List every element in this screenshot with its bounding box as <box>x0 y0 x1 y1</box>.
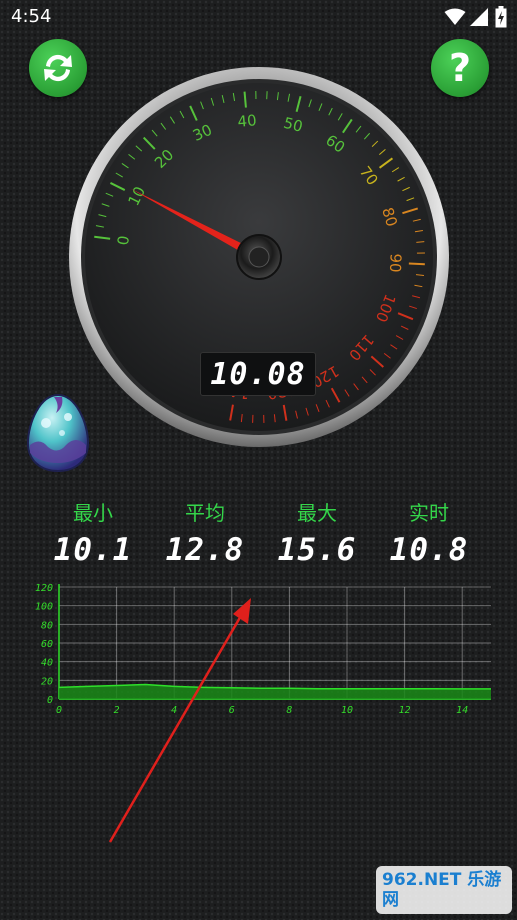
chart-x-tick-label: 0 <box>56 705 62 716</box>
stat-realtime: 实时 10.8 <box>374 497 484 568</box>
chart-x-tick-label: 6 <box>229 705 235 716</box>
chart-x-tick-label: 2 <box>114 705 120 716</box>
chart-x-tick-label: 4 <box>171 705 177 716</box>
stat-average-value: 12.8 <box>165 532 245 568</box>
stat-max-label: 最大 <box>297 501 337 525</box>
chart-y-tick-label: 120 <box>35 583 53 594</box>
speed-lcd-display: 10.08 <box>200 352 316 396</box>
stat-average: 平均 12.8 <box>150 497 260 568</box>
stat-min-label: 最小 <box>73 501 113 525</box>
speed-history-chart: 0 20 40 60 80 100 120 0 2 4 6 8 10 12 14 <box>35 583 491 716</box>
chart-y-tick-label: 40 <box>41 658 53 669</box>
chart-x-tick-label: 10 <box>341 705 353 716</box>
chart-area <box>59 684 491 699</box>
stat-max: 最大 15.6 <box>262 497 372 568</box>
gauge-tick <box>243 91 247 108</box>
speed-lcd-value: 10.08 <box>210 356 306 392</box>
stat-average-label: 平均 <box>185 501 225 525</box>
stat-max-value: 15.6 <box>277 532 357 568</box>
chart-y-tick-label: 100 <box>35 602 53 613</box>
chart-x-tick-label: 12 <box>399 705 411 716</box>
gauge-tick-label: 40 <box>237 111 258 131</box>
egg-icon[interactable] <box>26 393 90 473</box>
chart-y-tick-label: 80 <box>41 620 53 631</box>
stat-realtime-label: 实时 <box>409 501 449 525</box>
gauge-tick-label: 90 <box>386 253 405 273</box>
stat-min: 最小 10.1 <box>38 497 148 568</box>
gauge-tick <box>408 262 425 266</box>
chart-y-tick-label: 60 <box>41 639 53 650</box>
chart-y-tick-label: 20 <box>41 676 53 687</box>
stat-min-value: 10.1 <box>53 532 133 568</box>
chart-x-tick-label: 8 <box>286 705 292 716</box>
chart-y-tick-label: 0 <box>47 695 53 706</box>
watermark-text: 962.NET 乐游网 <box>382 870 502 910</box>
chart-x-tick-label: 14 <box>456 705 468 716</box>
stat-realtime-value: 10.8 <box>389 532 469 568</box>
watermark-logo: 962.NET 乐游网 <box>376 866 512 914</box>
